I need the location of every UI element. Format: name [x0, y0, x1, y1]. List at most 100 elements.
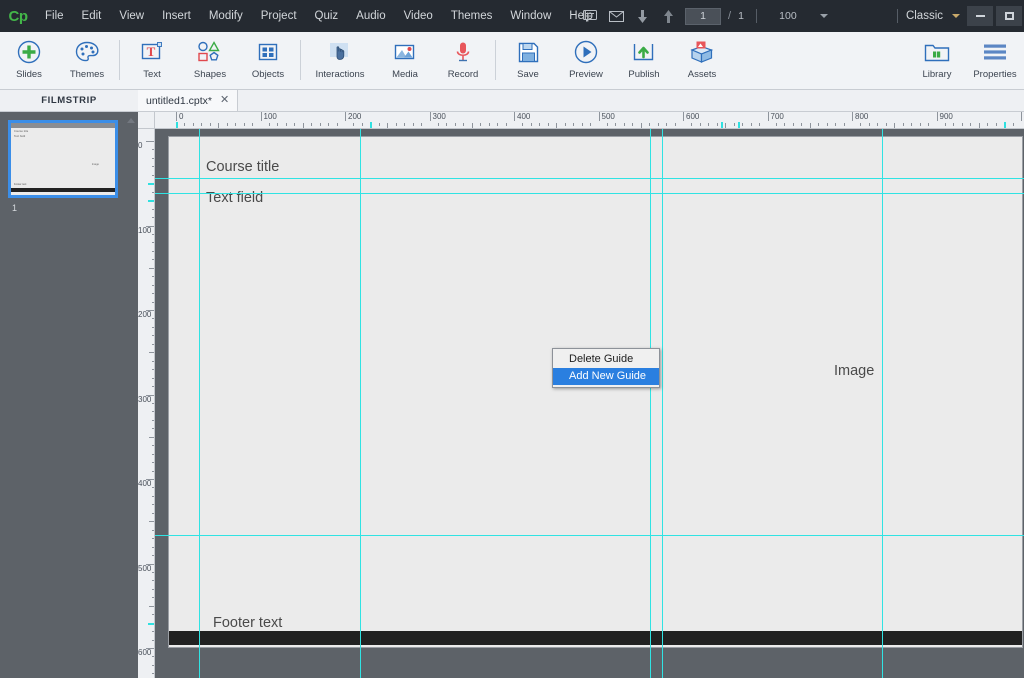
ruler-guide-marker[interactable]: [148, 200, 154, 203]
horizontal-ruler[interactable]: 01002003004005006007008009001000: [155, 112, 1024, 129]
ruler-tick-minor: [268, 123, 270, 126]
toolbar-divider: [495, 40, 496, 80]
thumbnail-black-bar: [11, 188, 115, 192]
workspace-selector-label[interactable]: Classic: [906, 10, 948, 22]
ruler-guide-marker[interactable]: [148, 183, 154, 186]
plus-circle-icon: [17, 37, 41, 67]
zoom-chevron-down-icon[interactable]: [811, 0, 837, 32]
toolbar-publish-label: Publish: [628, 69, 660, 80]
menu-insert[interactable]: Insert: [153, 4, 200, 28]
menu-audio[interactable]: Audio: [347, 4, 394, 28]
zoom-level-value[interactable]: 100: [765, 10, 811, 22]
toolbar-properties-button[interactable]: Properties: [966, 32, 1024, 90]
vertical-ruler[interactable]: 0 100 200 300 400 500 600: [138, 129, 155, 678]
ruler-tick-minor: [480, 123, 482, 126]
ruler-corner[interactable]: [138, 112, 155, 129]
toolbar-publish-button[interactable]: Publish: [615, 32, 673, 90]
toolbar-library-button[interactable]: Library: [908, 32, 966, 90]
maximize-button[interactable]: [996, 6, 1022, 26]
slide-thumbnail-1[interactable]: Course title Text field Image Footer tex…: [8, 120, 118, 198]
divider: [755, 9, 757, 23]
shapes-icon: [197, 37, 223, 67]
ruler-tick-minor: [818, 123, 820, 126]
ruler-tick-minor: [953, 123, 955, 126]
toolbar-interactions-label: Interactions: [315, 69, 365, 80]
comment-icon[interactable]: [577, 0, 603, 32]
ruler-tick-minor: [328, 123, 330, 126]
menu-project[interactable]: Project: [252, 4, 306, 28]
ruler-label: 600: [686, 112, 700, 121]
toolbar-record-label: Record: [447, 69, 479, 80]
menu-themes[interactable]: Themes: [442, 4, 502, 28]
ruler-guide-marker[interactable]: [176, 122, 178, 128]
placeholder-text-field[interactable]: Text field: [206, 190, 263, 206]
mail-icon[interactable]: [603, 0, 629, 32]
placeholder-image[interactable]: Image: [834, 363, 874, 379]
ruler-tick-minor: [801, 123, 803, 126]
toolbar-text-button[interactable]: T Text: [123, 32, 181, 90]
slide-canvas[interactable]: Course title Text field Image Footer tex…: [168, 136, 1023, 648]
toolbar-record-button[interactable]: Record: [434, 32, 492, 90]
microphone-icon: [454, 37, 472, 67]
toolbar-objects-label: Objects: [251, 69, 285, 80]
toolbar-save-button[interactable]: Save: [499, 32, 557, 90]
ruler-guide-marker[interactable]: [370, 122, 373, 128]
filmstrip-body[interactable]: Course title Text field Image Footer tex…: [0, 112, 138, 678]
ruler-tick-minor: [759, 123, 761, 126]
ruler-tick-minor: [285, 123, 287, 126]
ruler-tick-minor: [353, 123, 355, 126]
scroll-up-arrow-icon[interactable]: [127, 118, 135, 123]
toolbar-properties-label: Properties: [973, 69, 1017, 80]
menu-file[interactable]: File: [36, 4, 73, 28]
ruler-tick-minor: [573, 123, 575, 126]
menu-modify[interactable]: Modify: [200, 4, 252, 28]
minimize-button[interactable]: [967, 6, 993, 26]
menu-quiz[interactable]: Quiz: [306, 4, 348, 28]
toolbar-interactions-button[interactable]: Interactions: [304, 32, 376, 90]
ruler-tick-minor: [539, 123, 541, 126]
placeholder-footer-text[interactable]: Footer text: [213, 615, 282, 631]
ruler-tick-minor: [209, 123, 211, 126]
thumbnail-topbar: [11, 123, 115, 128]
arrow-up-icon[interactable]: [655, 0, 681, 32]
ruler-guide-marker[interactable]: [1004, 122, 1007, 128]
context-menu-item-delete-guide[interactable]: Delete Guide: [553, 351, 659, 368]
toolbar-media-label: Media: [392, 69, 418, 80]
ruler-tick-minor: [987, 123, 989, 126]
ruler-tick-minor: [970, 123, 972, 126]
toolbar-media-button[interactable]: Media: [376, 32, 434, 90]
ruler-row: 01002003004005006007008009001000: [138, 112, 1024, 129]
menu-edit[interactable]: Edit: [73, 4, 111, 28]
filmstrip-panel: FILMSTRIP Course title Text field Image …: [0, 90, 138, 678]
menu-window[interactable]: Window: [501, 4, 560, 28]
close-icon[interactable]: ✕: [220, 95, 229, 106]
workspace-chevron-down-icon[interactable]: [948, 0, 964, 32]
ruler-label: 400: [517, 112, 531, 121]
toolbar-library-label: Library: [922, 69, 952, 80]
menu-video[interactable]: Video: [395, 4, 442, 28]
ruler-guide-marker[interactable]: [721, 122, 724, 128]
guide-context-menu[interactable]: Delete Guide Add New Guide: [552, 348, 660, 388]
current-slide-input[interactable]: 1: [685, 7, 722, 25]
toolbar-themes-button[interactable]: Themes: [58, 32, 116, 90]
ruler-tick-minor: [775, 123, 777, 126]
placeholder-course-title[interactable]: Course title: [206, 159, 279, 175]
ruler-guide-marker[interactable]: [737, 122, 740, 128]
menu-view[interactable]: View: [110, 4, 153, 28]
slide-surface[interactable]: Course title Text field Image Footer tex…: [169, 137, 1022, 647]
ruler-guide-marker[interactable]: [148, 622, 154, 625]
ruler-tick-minor: [488, 123, 490, 126]
toolbar-slides-button[interactable]: Slides: [0, 32, 58, 90]
context-menu-item-add-new-guide[interactable]: Add New Guide: [553, 368, 659, 385]
canvas-area[interactable]: Course title Text field Image Footer tex…: [155, 129, 1024, 678]
toolbar-preview-button[interactable]: Preview: [557, 32, 615, 90]
toolbar-assets-button[interactable]: Assets: [673, 32, 731, 90]
app-logo[interactable]: Cp: [0, 8, 36, 25]
ruler-label: 800: [855, 112, 869, 121]
toolbar-shapes-button[interactable]: Shapes: [181, 32, 239, 90]
ruler-label: 900: [939, 112, 953, 121]
toolbar-objects-button[interactable]: Objects: [239, 32, 297, 90]
ruler-tick-minor: [454, 123, 456, 126]
arrow-down-icon[interactable]: [629, 0, 655, 32]
tab-untitled1-cptx[interactable]: untitled1.cptx* ✕: [138, 90, 239, 111]
